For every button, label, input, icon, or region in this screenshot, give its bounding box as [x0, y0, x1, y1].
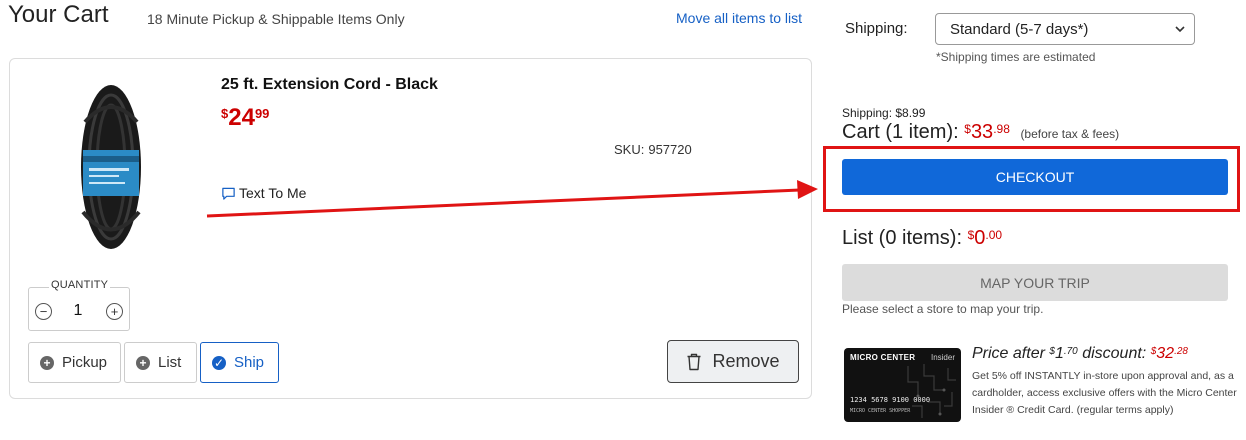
- text-to-me-link[interactable]: Text To Me: [221, 185, 306, 201]
- promo-title-middle: discount:: [1082, 345, 1147, 362]
- trash-icon: [687, 353, 701, 370]
- list-total: List (0 items): $0.00: [842, 227, 1002, 250]
- promo-final-cents: .28: [1174, 346, 1188, 357]
- annotation-highlight-box: [823, 146, 1240, 212]
- cart-total-label: Cart (1 item):: [842, 121, 959, 143]
- price-currency: $: [221, 106, 229, 121]
- check-circle-icon: ✓: [212, 355, 226, 370]
- pickup-option-label: Pickup: [62, 354, 108, 371]
- product-name[interactable]: 25 ft. Extension Cord - Black: [221, 76, 438, 94]
- card-insider: Insider: [930, 353, 955, 362]
- promo-discount-cents: .70: [1063, 346, 1078, 357]
- promo-title: Price after $1.70 discount: $32.28: [972, 345, 1188, 363]
- quantity-decrease-button[interactable]: −: [35, 303, 52, 320]
- list-total-label: List (0 items):: [842, 227, 963, 249]
- promo-description: Get 5% off INSTANTLY in-store upon appro…: [972, 370, 1237, 416]
- sku-value: 957720: [648, 142, 692, 157]
- product-sku: SKU: 957720: [610, 142, 692, 157]
- text-to-me-label: Text To Me: [239, 185, 307, 201]
- shipping-method-label: Shipping:: [845, 20, 908, 37]
- cart-total-currency: $: [964, 122, 971, 136]
- cart-total-dollars: 33: [970, 121, 994, 143]
- quantity-value[interactable]: 1: [68, 302, 88, 320]
- promo-discount-dollars: 1: [1054, 345, 1064, 362]
- product-price: $2499: [221, 104, 269, 132]
- promo-final-dollars: 32: [1156, 345, 1175, 362]
- ship-option-button[interactable]: ✓ Ship: [200, 342, 279, 383]
- map-your-trip-button[interactable]: MAP YOUR TRIP: [842, 264, 1228, 301]
- promo-final-currency: $: [1150, 346, 1157, 357]
- sku-label: SKU:: [614, 142, 645, 157]
- price-dollars: 24: [228, 104, 255, 131]
- shipping-fee: Shipping: $8.99: [842, 106, 926, 120]
- plus-circle-icon: +: [40, 355, 54, 370]
- price-cents: 99: [254, 106, 270, 121]
- shipping-note: *Shipping times are estimated: [936, 50, 1096, 64]
- map-trip-note: Please select a store to map your trip.: [842, 302, 1044, 316]
- card-holder: MICRO CENTER SHOPPER: [850, 408, 911, 414]
- list-total-currency: $: [967, 228, 975, 242]
- list-total-cents: .00: [985, 228, 1003, 242]
- ship-option-label: Ship: [234, 354, 265, 371]
- move-all-to-list-link[interactable]: Move all items to list: [676, 10, 802, 26]
- cart-total: Cart (1 item): $33.98 (before tax & fees…: [842, 121, 1119, 144]
- list-option-label: List: [158, 354, 182, 371]
- shipping-method-value: Standard (5-7 days*): [950, 20, 1089, 38]
- promo-title-prefix: Price after: [972, 345, 1045, 362]
- before-tax-note: (before tax & fees): [1020, 127, 1120, 141]
- quantity-increase-button[interactable]: +: [106, 303, 123, 320]
- card-number: 1234 5678 9100 0000: [850, 396, 931, 404]
- shipping-method-select[interactable]: Standard (5-7 days*): [935, 13, 1195, 45]
- chevron-down-icon: [1175, 26, 1185, 33]
- remove-button[interactable]: Remove: [667, 340, 799, 383]
- product-image: [81, 85, 141, 249]
- chat-bubble-icon: [222, 187, 235, 200]
- cart-subtitle: 18 Minute Pickup & Shippable Items Only: [147, 11, 405, 27]
- quantity-label: QUANTITY: [49, 279, 111, 291]
- cart-total-cents: .98: [993, 122, 1010, 136]
- list-option-button[interactable]: + List: [124, 342, 197, 383]
- remove-label: Remove: [712, 351, 780, 371]
- page-title: Your Cart: [8, 1, 109, 28]
- list-total-dollars: 0: [974, 227, 986, 249]
- promo-discount-currency: $: [1049, 346, 1055, 357]
- insider-credit-card-image[interactable]: MICRO CENTER Insider 1234 5678 9100 0000…: [844, 348, 961, 422]
- pickup-option-button[interactable]: + Pickup: [28, 342, 121, 383]
- plus-circle-icon: +: [136, 355, 150, 370]
- circuit-pattern: [907, 364, 956, 418]
- card-brand: MICRO CENTER: [850, 353, 916, 362]
